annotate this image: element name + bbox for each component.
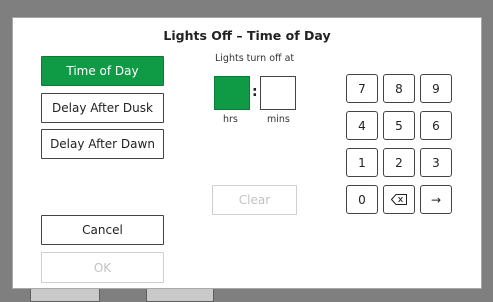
lights-off-dialog: Lights Off – Time of Day Time of Day Del…	[12, 17, 482, 289]
key-3[interactable]: 3	[420, 148, 452, 177]
cancel-button[interactable]: Cancel	[41, 215, 164, 245]
key-7[interactable]: 7	[346, 74, 378, 103]
minutes-input[interactable]	[260, 76, 296, 110]
time-of-day-button[interactable]: Time of Day	[41, 56, 164, 86]
time-entry-heading: Lights turn off at	[215, 53, 295, 64]
key-6[interactable]: 6	[420, 111, 452, 140]
backspace-key[interactable]	[383, 185, 415, 214]
delay-after-dusk-button[interactable]: Delay After Dusk	[41, 93, 164, 123]
dialog-title: Lights Off – Time of Day	[163, 28, 331, 43]
key-5[interactable]: 5	[383, 111, 415, 140]
key-0[interactable]: 0	[346, 185, 378, 214]
enter-key[interactable]: →	[420, 185, 452, 214]
key-2[interactable]: 2	[383, 148, 415, 177]
key-9[interactable]: 9	[420, 74, 452, 103]
key-8[interactable]: 8	[383, 74, 415, 103]
ok-button[interactable]: OK	[41, 252, 164, 283]
time-separator: :	[252, 84, 258, 100]
key-4[interactable]: 4	[346, 111, 378, 140]
key-1[interactable]: 1	[346, 148, 378, 177]
clear-button[interactable]: Clear	[212, 185, 297, 215]
delay-after-dawn-button[interactable]: Delay After Dawn	[41, 129, 164, 159]
hours-label: hrs	[223, 114, 238, 125]
hours-input[interactable]	[214, 76, 250, 110]
minutes-label: mins	[267, 114, 290, 125]
backspace-icon	[391, 194, 407, 205]
